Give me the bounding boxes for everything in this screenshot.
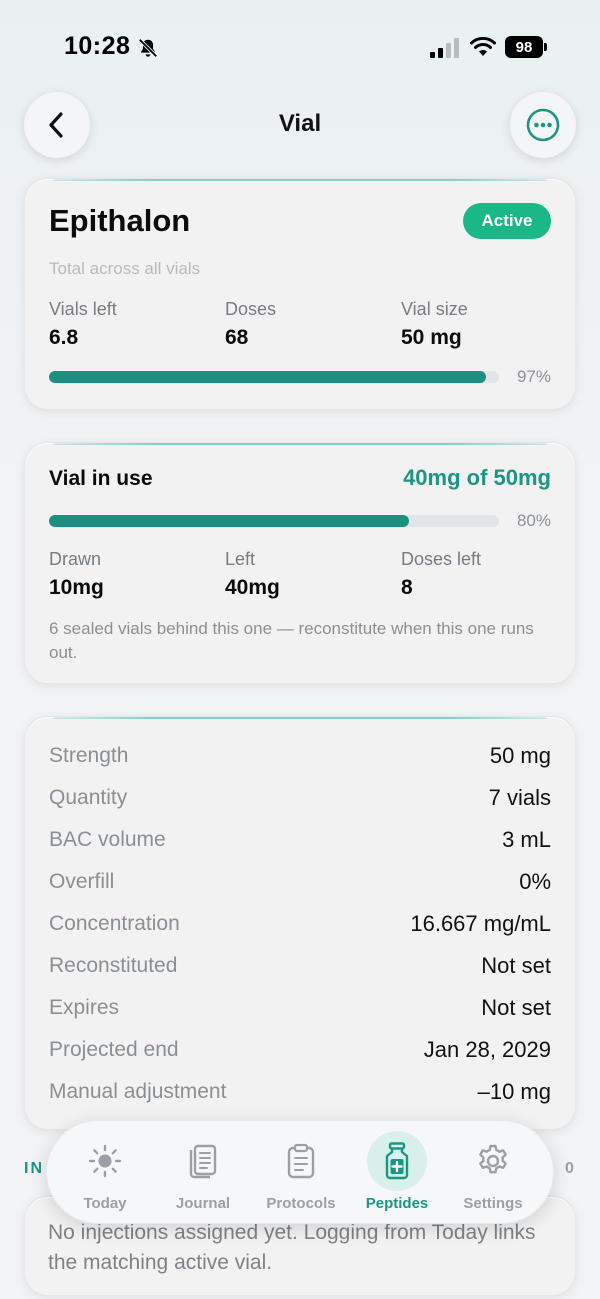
tab-label: Settings [463,1195,523,1212]
tab-icon-wrap [173,1131,233,1191]
detail-row-expires: Expires Not set [49,993,551,1023]
stat-label: Left [225,549,256,569]
ellipsis-circle-icon [526,108,560,142]
stat-value: 68 [225,326,249,349]
tab-protocols[interactable]: Protocols [253,1121,349,1225]
battery-nub [544,43,547,51]
stat-label: Doses left [401,549,482,569]
gear-icon [479,1144,507,1174]
card-accent-line [53,717,547,719]
detail-row-projected-end: Projected end Jan 28, 2029 [49,1035,551,1065]
detail-label: Concentration [49,912,180,935]
stat-value: 10mg [49,576,104,599]
tab-peptides[interactable]: Peptides [349,1121,445,1225]
page-title: Vial [278,110,322,137]
stat-label: Drawn [49,549,102,569]
stat-doses-left: Doses left 8 [401,549,481,600]
tab-today[interactable]: Today [57,1121,153,1225]
detail-label: Overfill [49,870,115,893]
detail-label: Reconstituted [49,954,178,977]
bell-off-icon [138,38,158,58]
vial-in-use-amount: 40mg of 50mg [403,465,551,490]
injections-empty-note: No injections assigned yet. Logging from… [48,1221,536,1274]
stat-label: Vials left [49,299,117,319]
detail-row-concentration: Concentration 16.667 mg/mL [49,909,551,939]
stat-value: 6.8 [49,326,79,349]
clipboard-icon [287,1143,315,1179]
summary-note: Total across all vials [49,259,201,278]
tab-journal[interactable]: Journal [155,1121,251,1225]
detail-value: Jan 28, 2029 [423,1037,551,1062]
stat-drawn: Drawn 10mg [49,549,104,600]
chevron-left-icon [49,112,63,138]
detail-value: 50 mg [489,743,551,768]
back-button[interactable] [24,92,90,158]
detail-value: 16.667 mg/mL [410,911,551,936]
vial-icon [385,1142,409,1180]
injections-count: 0 [565,1160,574,1177]
details-card: Strength 50 mg Quantity 7 vials BAC volu… [24,716,576,1130]
detail-value: 3 mL [502,827,551,852]
summary-progress-fill [49,371,486,383]
card-accent-line [53,443,547,445]
vial-progress-percent: 80% [516,511,551,530]
wifi-icon [470,36,496,56]
stat-vial-size: Vial size 50 mg [401,299,468,350]
tab-icon-wrap [367,1131,427,1191]
detail-row-bac-volume: BAC volume 3 mL [49,825,551,855]
detail-label: Manual adjustment [49,1080,227,1103]
tab-settings[interactable]: Settings [445,1121,541,1225]
stat-label: Vial size [401,299,468,319]
stat-left: Left 40mg [225,549,280,600]
detail-value: 7 vials [488,785,551,810]
detail-label: Quantity [49,786,128,809]
detail-row-quantity: Quantity 7 vials [49,783,551,813]
status-time: 10:28 [64,32,131,60]
injections-section-label: IN [24,1160,44,1177]
tab-icon-wrap [463,1131,523,1191]
status-badge: Active [463,203,551,239]
detail-label: Strength [49,744,129,767]
vial-progress-fill [49,515,409,527]
detail-label: Projected end [49,1038,179,1061]
cellular-signal-icon [430,38,459,58]
card-accent-line [53,179,547,181]
detail-label: BAC volume [49,828,166,851]
summary-card: Epithalon Active Total across all vials … [24,178,576,410]
vial-progress-bar [49,515,499,527]
detail-row-manual-adjustment: Manual adjustment –10 mg [49,1077,551,1107]
tab-label: Protocols [266,1195,336,1212]
vial-in-use-card: Vial in use 40mg of 50mg 80% Drawn 10mg … [24,442,576,684]
detail-row-reconstituted: Reconstituted Not set [49,951,551,981]
tab-label: Journal [175,1195,231,1212]
detail-value: –10 mg [477,1079,551,1104]
more-options-button[interactable] [510,92,576,158]
stat-value: 40mg [225,576,280,599]
summary-progress-bar [49,371,499,383]
stat-doses: Doses 68 [225,299,276,350]
status-bar: 10:28 98 [0,0,600,96]
journal-icon [189,1144,217,1179]
sun-icon [88,1144,122,1178]
detail-value: Not set [481,953,551,978]
tab-label: Peptides [365,1195,429,1212]
stat-value: 8 [401,576,413,599]
detail-value: Not set [481,995,551,1020]
tab-icon-wrap [271,1131,331,1191]
summary-progress-percent: 97% [516,367,551,386]
peptide-name: Epithalon [49,203,191,238]
detail-row-overfill: Overfill 0% [49,867,551,897]
stat-value: 50 mg [401,326,462,349]
vial-in-use-title: Vial in use [49,467,153,490]
vial-in-use-note: 6 sealed vials behind this one — reconst… [49,619,534,662]
battery-indicator: 98 [505,36,543,58]
detail-row-strength: Strength 50 mg [49,741,551,771]
detail-label: Expires [49,996,120,1019]
tab-bar: Today Journal Protocols Peptides Setting… [46,1120,554,1224]
detail-value: 0% [519,869,551,894]
stat-vials-left: Vials left 6.8 [49,299,117,350]
stat-label: Doses [225,299,277,319]
tab-icon-wrap [75,1131,135,1191]
tab-label: Today [83,1195,127,1212]
